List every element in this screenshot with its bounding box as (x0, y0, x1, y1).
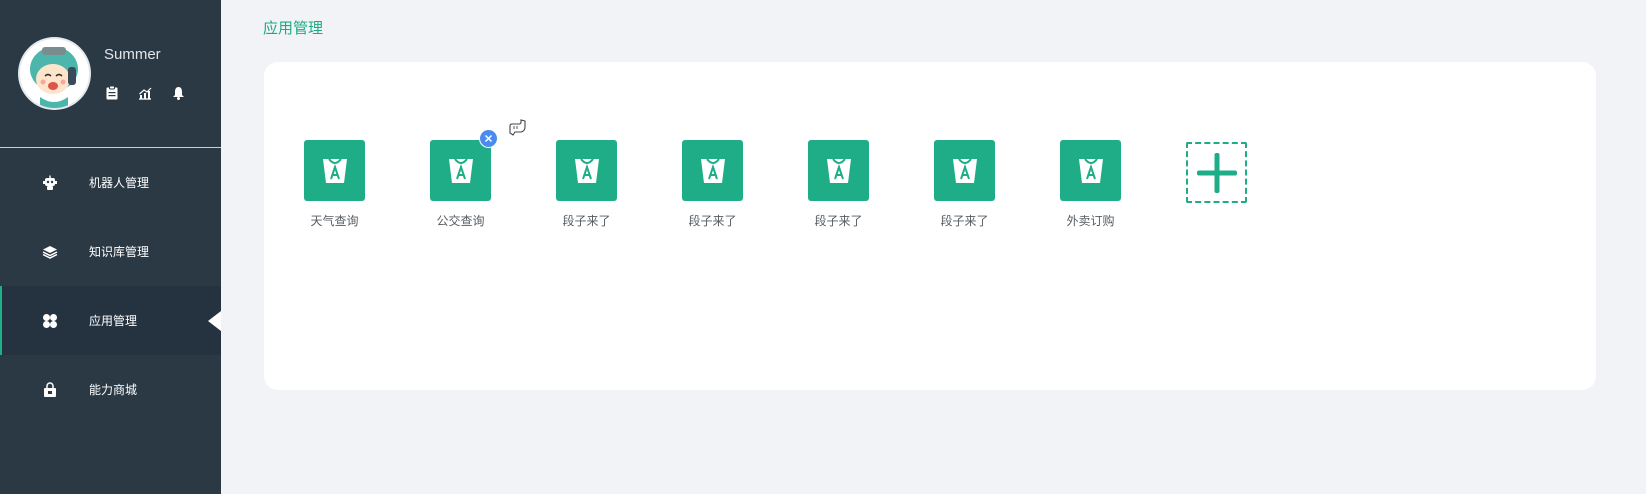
sidebar-item-label: 知识库管理 (89, 245, 150, 259)
avatar[interactable] (20, 39, 89, 108)
app-tile[interactable] (556, 140, 617, 201)
app-bag-icon (952, 157, 977, 183)
bag-icon (40, 380, 60, 400)
app-bag-icon (448, 157, 473, 183)
app-label: 天气查询 (310, 214, 359, 228)
apps-panel: 天气查询 公交查询 段子来了 段子来了 段子来了 段子来了 外卖订购 (264, 62, 1596, 390)
app-label: 段子来了 (814, 214, 863, 228)
page-title: 应用管理 (263, 19, 324, 37)
sidebar-item-label: 能力商城 (89, 383, 138, 397)
remove-app-button[interactable] (480, 130, 497, 147)
app-label: 公交查询 (436, 214, 485, 228)
plus-icon (1196, 152, 1237, 193)
clipboard-icon[interactable] (104, 85, 120, 101)
layers-icon (40, 242, 60, 262)
app-tile[interactable] (808, 140, 869, 201)
sidebar-item-robot[interactable]: 机器人管理 (0, 148, 221, 217)
active-pointer (208, 310, 221, 331)
hand-cursor-icon (506, 118, 528, 140)
bell-icon[interactable] (170, 85, 186, 101)
username: Summer (104, 46, 161, 63)
app-tile[interactable] (1060, 140, 1121, 201)
app-label: 段子来了 (940, 214, 989, 228)
sidebar-item-label: 应用管理 (89, 314, 138, 328)
app-label: 段子来了 (562, 214, 611, 228)
app-label: 段子来了 (688, 214, 737, 228)
app-label: 外卖订购 (1066, 214, 1115, 228)
chart-icon[interactable] (137, 85, 153, 101)
app-tile[interactable] (682, 140, 743, 201)
grid-icon (40, 311, 60, 331)
app-bag-icon (700, 157, 725, 183)
app-bag-icon (826, 157, 851, 183)
sidebar: Summer 机器人管理 知识库管理 应用管理 能力商城 (0, 0, 221, 494)
sidebar-item-label: 机器人管理 (89, 176, 150, 190)
add-app-button[interactable] (1186, 142, 1247, 203)
profile-section: Summer (0, 0, 221, 148)
robot-icon (40, 173, 60, 193)
app-tile[interactable] (430, 140, 491, 201)
app-bag-icon (322, 157, 347, 183)
app-bag-icon (574, 157, 599, 183)
close-icon (484, 134, 493, 143)
sidebar-nav: 机器人管理 知识库管理 应用管理 能力商城 (0, 148, 221, 424)
sidebar-item-apps[interactable]: 应用管理 (0, 286, 221, 355)
profile-icons (104, 85, 186, 101)
app-tile[interactable] (304, 140, 365, 201)
sidebar-item-knowledge[interactable]: 知识库管理 (0, 217, 221, 286)
sidebar-item-store[interactable]: 能力商城 (0, 355, 221, 424)
app-tile[interactable] (934, 140, 995, 201)
app-bag-icon (1078, 157, 1103, 183)
